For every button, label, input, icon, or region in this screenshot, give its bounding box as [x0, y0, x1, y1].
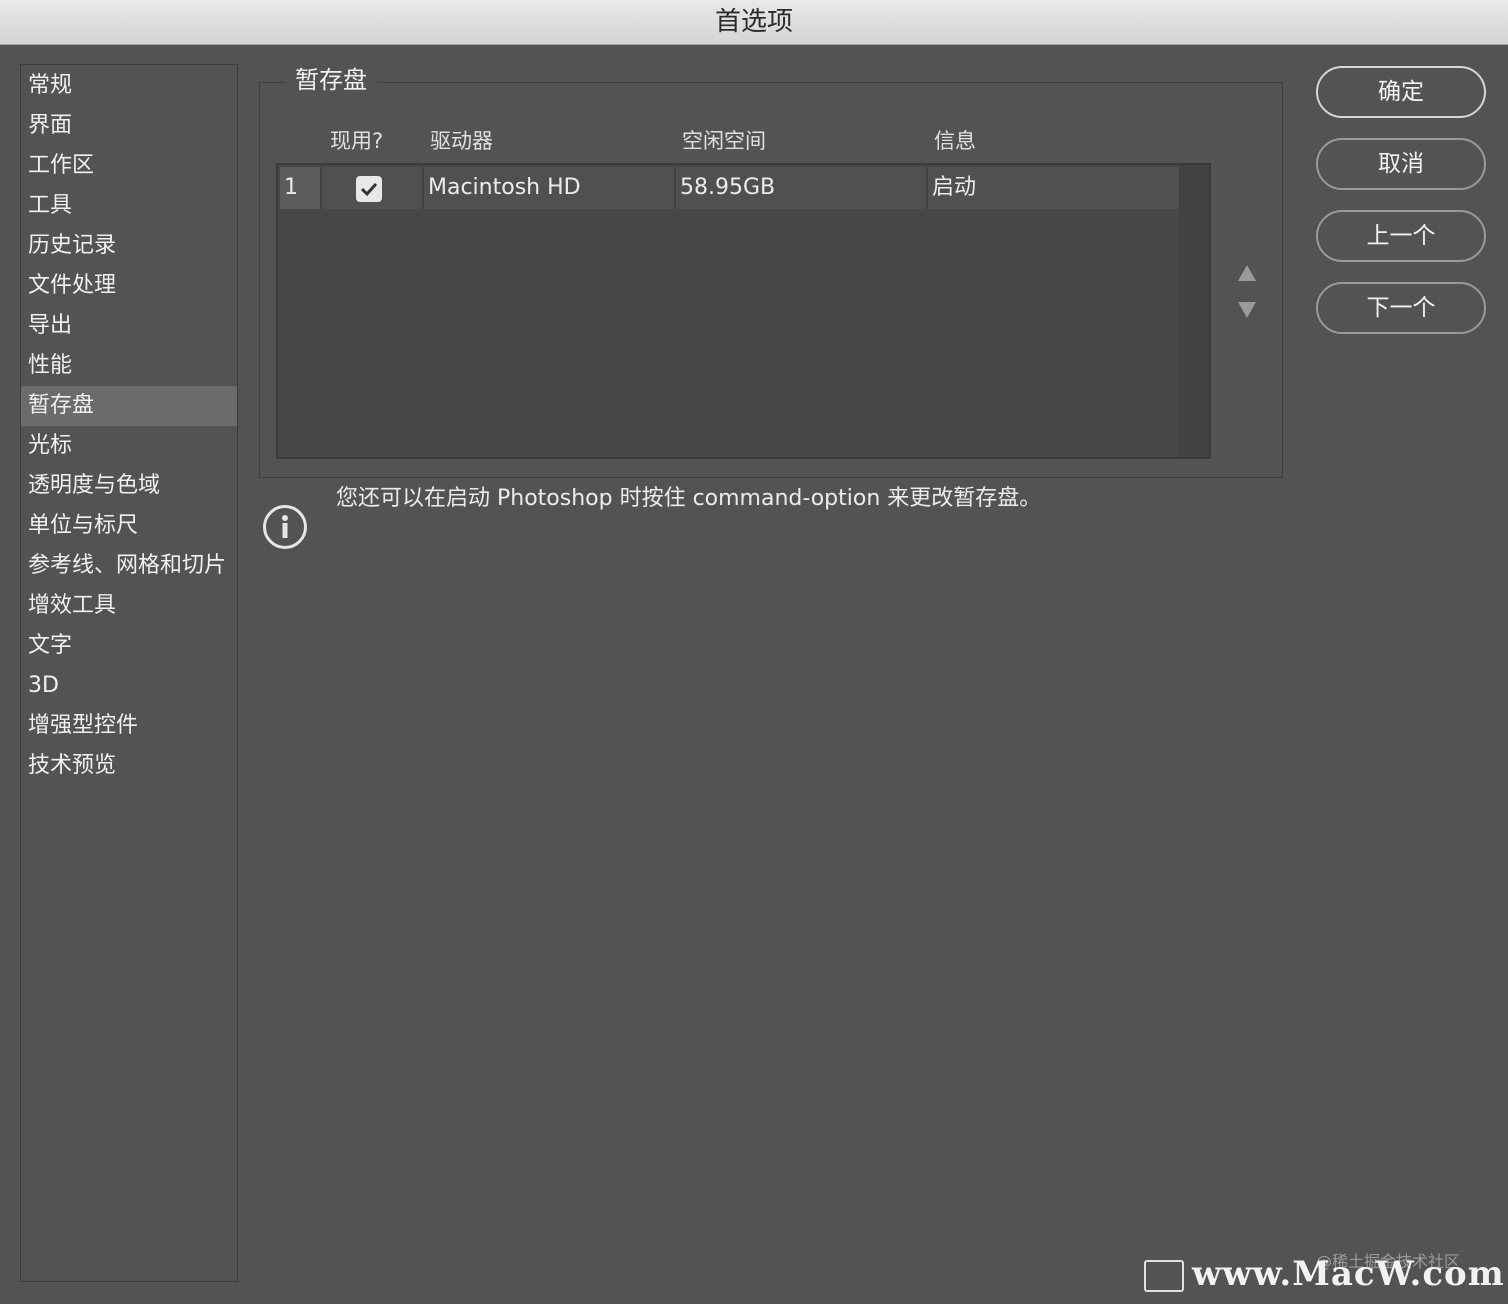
- sidebar-item-file-handling[interactable]: 文件处理: [21, 266, 237, 306]
- sidebar-list: 常规 界面 工作区 工具 历史记录 文件处理 导出 性能 暂存盘 光标 透明度与…: [21, 65, 237, 786]
- sidebar-item-3d[interactable]: 3D: [21, 666, 237, 706]
- sidebar-item-scratch-disks[interactable]: 暂存盘: [21, 386, 237, 426]
- active-checkbox[interactable]: [356, 176, 382, 202]
- sidebar-item-type[interactable]: 文字: [21, 626, 237, 666]
- column-header-active: 现用?: [330, 129, 384, 153]
- sidebar-item-guides-grid[interactable]: 参考线、网格和切片: [21, 546, 237, 586]
- column-header-free-space: 空闲空间: [682, 129, 766, 153]
- sidebar-item-performance[interactable]: 性能: [21, 346, 237, 386]
- column-header-drive: 驱动器: [430, 129, 493, 153]
- info-icon: [263, 505, 307, 549]
- sidebar-item-tech-preview[interactable]: 技术预览: [21, 746, 237, 786]
- sidebar-item-workspace[interactable]: 工作区: [21, 146, 237, 186]
- sidebar-item-units-rulers[interactable]: 单位与标尺: [21, 506, 237, 546]
- ok-button[interactable]: 确定: [1316, 66, 1486, 118]
- next-button[interactable]: 下一个: [1316, 282, 1486, 334]
- row-index: 1: [280, 167, 322, 209]
- free-space-cell: 58.95GB: [676, 167, 928, 209]
- checkmark-icon: [360, 182, 378, 197]
- sidebar-item-plugins[interactable]: 增效工具: [21, 586, 237, 626]
- scratch-disk-table: 1 Macintosh HD 58.95GB 启动: [276, 163, 1211, 459]
- group-title: 暂存盘: [285, 62, 377, 98]
- sidebar-item-enhanced-controls[interactable]: 增强型控件: [21, 706, 237, 746]
- cancel-button[interactable]: 取消: [1316, 138, 1486, 190]
- drive-cell: Macintosh HD: [424, 167, 676, 209]
- sidebar-item-general[interactable]: 常规: [21, 66, 237, 106]
- table-row[interactable]: 1 Macintosh HD 58.95GB 启动: [280, 167, 1179, 209]
- hint-text: 您还可以在启动 Photoshop 时按住 command-option 来更改…: [336, 486, 1042, 511]
- sidebar: 常规 界面 工作区 工具 历史记录 文件处理 导出 性能 暂存盘 光标 透明度与…: [20, 64, 238, 1282]
- sidebar-item-export[interactable]: 导出: [21, 306, 237, 346]
- previous-button[interactable]: 上一个: [1316, 210, 1486, 262]
- sidebar-item-transparency[interactable]: 透明度与色域: [21, 466, 237, 506]
- active-cell: [322, 167, 424, 209]
- sidebar-item-interface[interactable]: 界面: [21, 106, 237, 146]
- arrow-down-icon[interactable]: [1238, 302, 1256, 318]
- watermark-logo: [1144, 1260, 1184, 1292]
- column-header-info: 信息: [934, 129, 976, 153]
- info-glyph: [282, 515, 288, 538]
- info-cell: 启动: [932, 175, 977, 200]
- watermark-large: www.MacW.com: [1192, 1254, 1505, 1294]
- sidebar-item-cursors[interactable]: 光标: [21, 426, 237, 466]
- window-title: 首选项: [0, 0, 1508, 45]
- table-scrollbar[interactable]: [1179, 165, 1209, 457]
- sidebar-item-tools[interactable]: 工具: [21, 186, 237, 226]
- sidebar-item-history[interactable]: 历史记录: [21, 226, 237, 266]
- arrow-up-icon[interactable]: [1238, 265, 1256, 281]
